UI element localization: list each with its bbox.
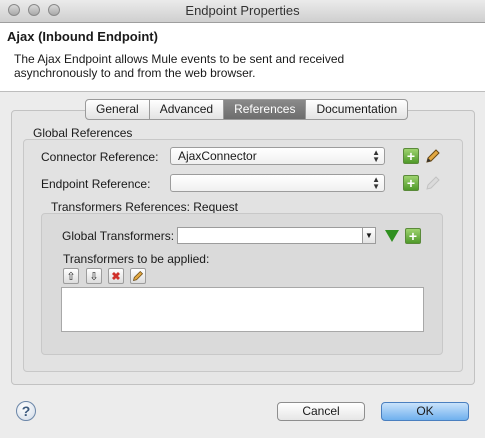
edit-endpoint-button[interactable] bbox=[425, 175, 441, 191]
connector-reference-label: Connector Reference: bbox=[41, 150, 159, 164]
connector-reference-value: AjaxConnector bbox=[178, 149, 257, 163]
move-down-button[interactable]: ⇩ bbox=[86, 268, 102, 284]
remove-transformer-button[interactable]: ✖ bbox=[108, 268, 124, 284]
red-x-icon: ✖ bbox=[111, 270, 121, 283]
dialog-header: Ajax (Inbound Endpoint) The Ajax Endpoin… bbox=[0, 23, 485, 92]
endpoint-reference-label: Endpoint Reference: bbox=[41, 177, 151, 191]
plus-icon: + bbox=[406, 147, 416, 164]
arrow-down-icon: ⇩ bbox=[89, 270, 99, 283]
title-bar: Endpoint Properties bbox=[0, 0, 485, 23]
tab-bar: General Advanced References Documentatio… bbox=[85, 99, 409, 120]
help-button[interactable]: ? bbox=[16, 401, 36, 421]
add-connector-button[interactable]: + bbox=[403, 148, 419, 164]
edit-transformer-button[interactable] bbox=[130, 268, 146, 284]
header-description: The Ajax Endpoint allows Mule events to … bbox=[14, 52, 434, 80]
pencil-icon bbox=[426, 176, 440, 190]
arrow-up-icon: ⇧ bbox=[66, 270, 76, 283]
header-title: Ajax (Inbound Endpoint) bbox=[7, 29, 158, 44]
apply-transformer-button[interactable] bbox=[384, 228, 400, 244]
transformers-applied-list[interactable] bbox=[61, 287, 424, 332]
cancel-button[interactable]: Cancel bbox=[277, 402, 365, 421]
global-transformers-dropdown[interactable]: ▼ bbox=[362, 227, 376, 244]
add-endpoint-button[interactable]: + bbox=[403, 175, 419, 191]
select-arrows-icon: ▲ ▼ bbox=[372, 148, 380, 164]
select-arrows-icon: ▲ ▼ bbox=[372, 175, 380, 191]
tab-references[interactable]: References bbox=[224, 100, 307, 119]
global-transformers-label: Global Transformers: bbox=[62, 229, 175, 243]
global-transformers-input[interactable] bbox=[177, 227, 363, 244]
plus-icon: + bbox=[408, 227, 418, 244]
global-references-label: Global References bbox=[33, 126, 133, 140]
transformers-applied-label: Transformers to be applied: bbox=[63, 252, 210, 266]
plus-icon: + bbox=[406, 174, 416, 191]
endpoint-reference-select[interactable]: ▲ ▼ bbox=[170, 174, 385, 192]
pencil-icon bbox=[132, 270, 144, 282]
window-title: Endpoint Properties bbox=[185, 3, 300, 18]
chevron-down-icon: ▼ bbox=[365, 231, 373, 240]
tab-advanced[interactable]: Advanced bbox=[150, 100, 225, 119]
add-transformer-button[interactable]: + bbox=[405, 228, 421, 244]
green-triangle-icon bbox=[385, 230, 399, 242]
header-description-line1: The Ajax Endpoint allows Mule events to … bbox=[14, 52, 345, 66]
pencil-icon bbox=[426, 149, 440, 163]
move-up-button[interactable]: ⇧ bbox=[63, 268, 79, 284]
header-description-line2: asynchronously to and from the web brows… bbox=[14, 66, 256, 80]
connector-reference-select[interactable]: AjaxConnector ▲ ▼ bbox=[170, 147, 385, 165]
tab-general[interactable]: General bbox=[86, 100, 150, 119]
edit-connector-button[interactable] bbox=[425, 148, 441, 164]
tab-documentation[interactable]: Documentation bbox=[306, 100, 407, 119]
transformers-group-label: Transformers References: Request bbox=[51, 200, 238, 214]
ok-button[interactable]: OK bbox=[381, 402, 469, 421]
